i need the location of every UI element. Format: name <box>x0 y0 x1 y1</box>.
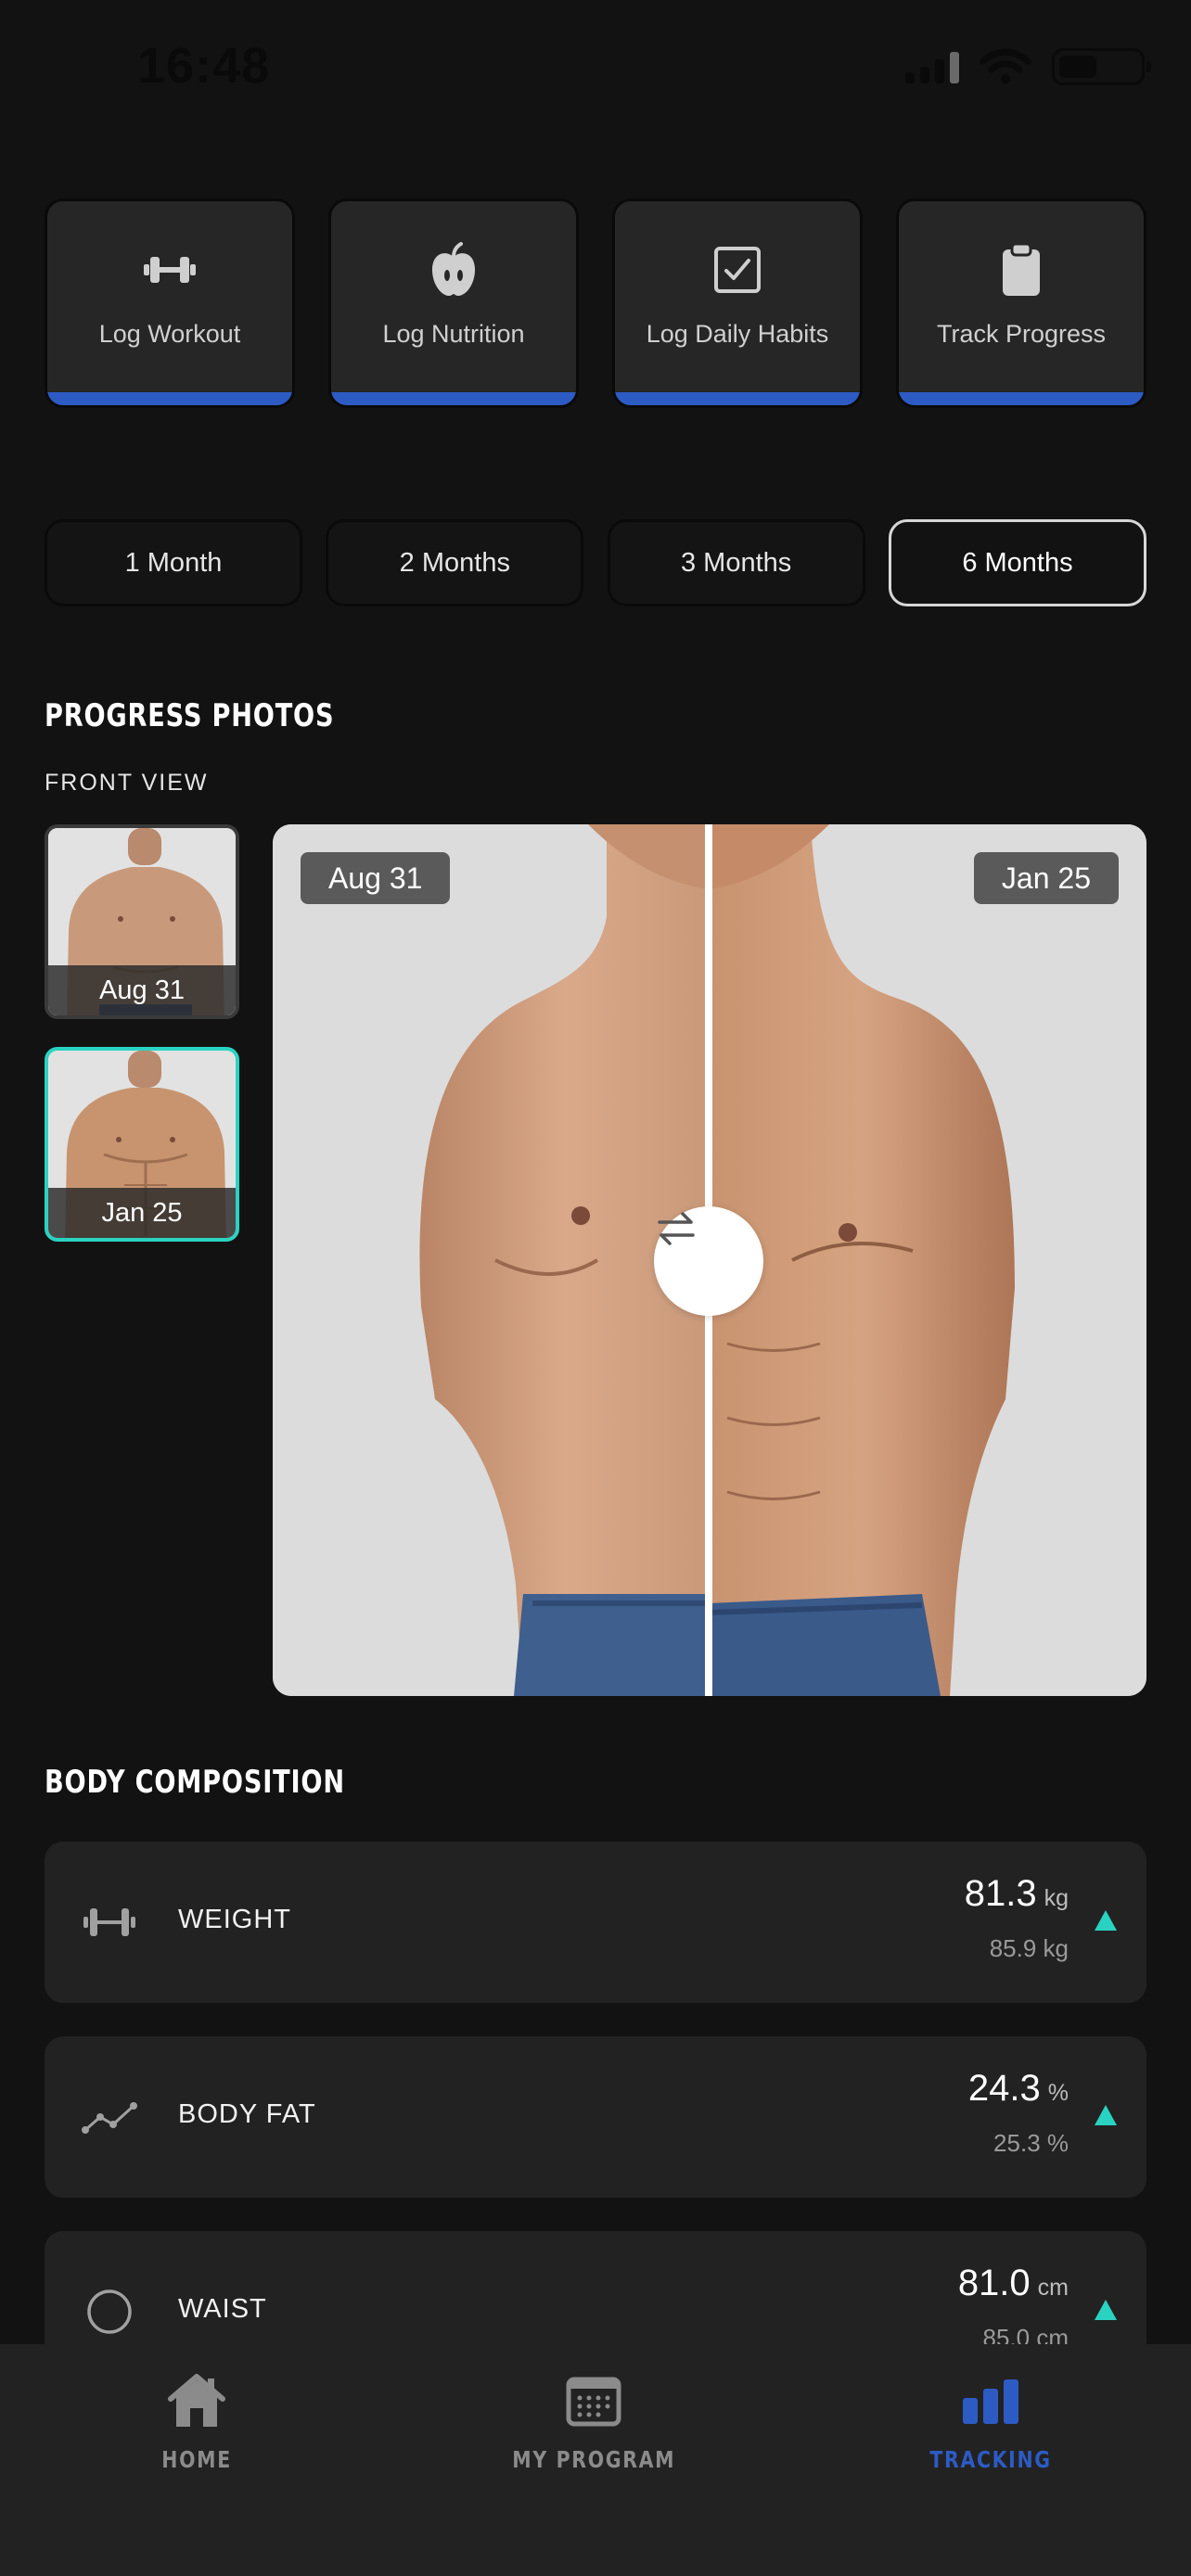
log-workout-label: Log Workout <box>98 320 241 348</box>
status-time: 16:48 <box>137 38 271 94</box>
tab-tracking[interactable]: TRACKING <box>870 2368 1111 2473</box>
bottom-tab-bar: HOME MY PROGRAM TRACKING <box>0 2344 1191 2576</box>
track-progress-button[interactable]: Track Progress <box>896 198 1146 408</box>
metric-current: 24.3 % <box>968 2068 1069 2110</box>
metric-previous: 85.9 kg <box>989 1934 1069 1962</box>
trend-up-icon <box>1095 1910 1117 1931</box>
metric-unit: kg <box>1044 1885 1069 1911</box>
tab-tracking-label: TRACKING <box>929 2446 1052 2473</box>
tab-home-label: HOME <box>161 2446 232 2473</box>
quick-actions: Log Workout Log Nutrition Log Daily Habi… <box>45 198 1146 408</box>
cellular-signal-icon <box>905 50 959 83</box>
tab-my-program[interactable]: MY PROGRAM <box>473 2368 714 2473</box>
metric-value: 81.0 <box>957 2263 1031 2303</box>
range-6-months-tab[interactable]: 6 Months <box>888 519 1146 606</box>
line-chart-icon <box>82 2089 137 2145</box>
metric-unit: % <box>1047 2080 1069 2106</box>
metric-name: BODY FAT <box>178 2099 316 2129</box>
range-1-month-tab[interactable]: 1 Month <box>45 519 302 606</box>
track-progress-label: Track Progress <box>936 320 1107 348</box>
front-view-label: FRONT VIEW <box>45 770 209 796</box>
calendar-icon <box>566 2368 621 2433</box>
metric-name: WEIGHT <box>178 1905 291 1934</box>
tab-my-program-label: MY PROGRAM <box>512 2446 675 2473</box>
log-daily-habits-label: Log Daily Habits <box>646 320 829 348</box>
battery-icon <box>1052 48 1151 85</box>
thumbnail-date-label: Aug 31 <box>48 965 236 1015</box>
clipboard-icon <box>1001 242 1042 298</box>
trend-up-icon <box>1095 2105 1117 2125</box>
tab-home[interactable]: HOME <box>76 2368 317 2473</box>
wifi-icon <box>980 48 1031 83</box>
log-nutrition-button[interactable]: Log Nutrition <box>328 198 579 408</box>
time-range-selector: 1 Month 2 Months 3 Months 6 Months <box>45 519 1146 606</box>
apple-icon <box>429 242 479 298</box>
bar-chart-icon <box>961 2368 1020 2433</box>
checkbox-icon <box>713 242 762 298</box>
metric-current: 81.0 cm <box>958 2263 1069 2304</box>
after-date-tag: Jan 25 <box>973 852 1119 904</box>
status-icons <box>905 48 1151 85</box>
photo-thumbnail-jan-25[interactable]: Jan 25 <box>45 1047 239 1242</box>
circle-icon <box>82 2284 137 2340</box>
dumbbell-icon <box>142 242 198 298</box>
range-2-months-tab[interactable]: 2 Months <box>326 519 584 606</box>
swap-arrows-icon <box>658 1212 695 1245</box>
swap-photos-button[interactable] <box>654 1206 763 1316</box>
before-date-tag: Aug 31 <box>301 852 451 904</box>
trend-up-icon <box>1095 2300 1117 2320</box>
metric-value: 24.3 <box>967 2068 1041 2109</box>
home-icon <box>167 2368 226 2433</box>
metric-card-weight[interactable]: WEIGHT 81.3 kg 85.9 kg <box>45 1842 1146 2003</box>
log-daily-habits-button[interactable]: Log Daily Habits <box>612 198 863 408</box>
dumbbell-icon <box>82 1894 137 1950</box>
metric-card-body-fat[interactable]: BODY FAT 24.3 % 25.3 % <box>45 2036 1146 2198</box>
log-workout-button[interactable]: Log Workout <box>45 198 295 408</box>
log-nutrition-label: Log Nutrition <box>382 320 525 348</box>
photo-thumbnail-aug-31[interactable]: Aug 31 <box>45 824 239 1019</box>
range-3-months-tab[interactable]: 3 Months <box>607 519 865 606</box>
metric-name: WAIST <box>178 2294 267 2324</box>
photo-comparison-viewer[interactable]: Aug 31 Jan 25 <box>273 824 1146 1696</box>
body-composition-title: BODY COMPOSITION <box>45 1764 345 1801</box>
metric-previous: 25.3 % <box>993 2129 1069 2157</box>
status-bar: 16:48 <box>0 0 1191 139</box>
progress-photos-title: PROGRESS PHOTOS <box>45 697 335 734</box>
metric-current: 81.3 kg <box>965 1873 1069 1915</box>
thumbnail-date-label: Jan 25 <box>48 1188 236 1238</box>
metric-unit: cm <box>1037 2275 1069 2301</box>
metric-value: 81.3 <box>964 1873 1037 1914</box>
